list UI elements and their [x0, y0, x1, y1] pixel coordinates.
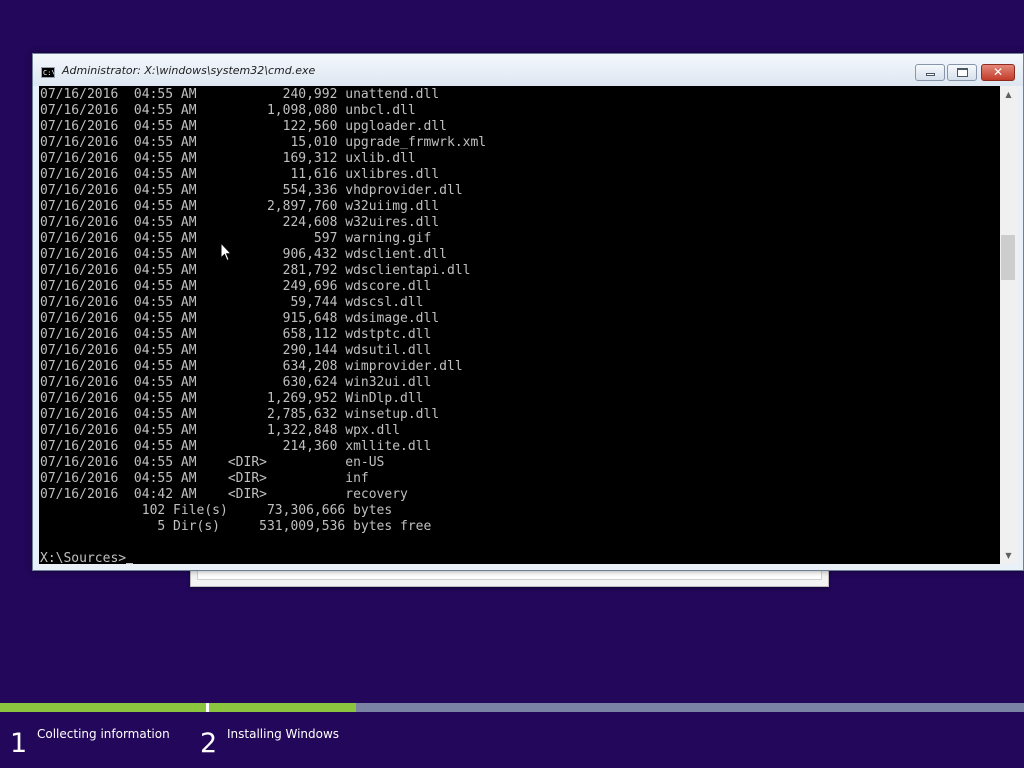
minimize-icon: [926, 73, 935, 76]
maximize-icon: [957, 68, 968, 77]
window-title: Administrator: X:\windows\system32\cmd.e…: [62, 64, 316, 77]
vertical-scrollbar[interactable]: ▲ ▼: [1000, 86, 1017, 564]
console-line: 07/16/2016 04:55 AM 597 warning.gif: [40, 231, 432, 246]
text-cursor: [126, 563, 134, 564]
console-line: 07/16/2016 04:55 AM 11,616 uxlibres.dll: [40, 167, 440, 182]
scroll-down-arrow-icon[interactable]: ▼: [1000, 547, 1017, 564]
console-line: 07/16/2016 04:55 AM 249,696 wdscore.dll: [40, 279, 432, 294]
console-line: 07/16/2016 04:55 AM 169,312 uxlib.dll: [40, 151, 416, 166]
console-line: 07/16/2016 04:55 AM <DIR> inf: [40, 471, 369, 486]
step-divider: [206, 703, 209, 712]
command-prompt-window[interactable]: C:\ Administrator: X:\windows\system32\c…: [32, 53, 1024, 571]
console-line: 07/16/2016 04:42 AM <DIR> recovery: [40, 487, 408, 502]
console-line: 07/16/2016 04:55 AM 2,785,632 winsetup.d…: [40, 407, 440, 422]
console-icon[interactable]: C:\: [41, 67, 55, 78]
mouse-pointer-icon: [220, 242, 232, 262]
console-output[interactable]: 07/16/2016 04:55 AM 240,992 unattend.dll…: [39, 86, 1000, 564]
console-line: 07/16/2016 04:55 AM 658,112 wdstptc.dll: [40, 327, 432, 342]
console-line: 07/16/2016 04:55 AM 1,098,080 unbcl.dll: [40, 103, 416, 118]
console-line: 5 Dir(s) 531,009,536 bytes free: [40, 519, 432, 534]
console-line: 07/16/2016 04:55 AM 240,992 unattend.dll: [40, 87, 440, 102]
step-2-progress: [209, 703, 356, 712]
close-icon: ✕: [992, 65, 1004, 79]
step-2-label: Installing Windows: [227, 727, 340, 741]
setup-background: C:\ Administrator: X:\windows\system32\c…: [0, 0, 1024, 768]
console-line: 07/16/2016 04:55 AM 630,624 win32ui.dll: [40, 375, 432, 390]
console-line: 07/16/2016 04:55 AM 1,269,952 WinDlp.dll: [40, 391, 424, 406]
console-line: 07/16/2016 04:55 AM 2,897,760 w32uiimg.d…: [40, 199, 440, 214]
console-line: 07/16/2016 04:55 AM 915,648 wdsimage.dll: [40, 311, 440, 326]
minimize-button[interactable]: [915, 64, 945, 81]
console-line: 102 File(s) 73,306,666 bytes: [40, 503, 393, 518]
maximize-button[interactable]: [947, 64, 977, 81]
console-line: 07/16/2016 04:55 AM 906,432 wdsclient.dl…: [40, 247, 447, 262]
console-line: 07/16/2016 04:55 AM 224,608 w32uires.dll: [40, 215, 440, 230]
title-bar[interactable]: C:\ Administrator: X:\windows\system32\c…: [33, 54, 1023, 86]
command-prompt-line: X:\Sources>: [40, 551, 134, 564]
close-button[interactable]: ✕: [981, 64, 1015, 81]
console-line: 07/16/2016 04:55 AM 214,360 xmllite.dll: [40, 439, 432, 454]
console-line: 07/16/2016 04:55 AM 122,560 upgloader.dl…: [40, 119, 447, 134]
console-line: 07/16/2016 04:55 AM 634,208 wimprovider.…: [40, 359, 463, 374]
console-line: 07/16/2016 04:55 AM 59,744 wdscsl.dll: [40, 295, 424, 310]
console-line: 07/16/2016 04:55 AM 290,144 wdsutil.dll: [40, 343, 432, 358]
console-line: 07/16/2016 04:55 AM 1,322,848 wpx.dll: [40, 423, 401, 438]
console-line: 07/16/2016 04:55 AM 15,010 upgrade_frmwr…: [40, 135, 487, 150]
scroll-thumb[interactable]: [1001, 235, 1015, 280]
step-1-progress: [0, 703, 206, 712]
step-2-number: 2: [200, 728, 218, 759]
step-1-label: Collecting information: [37, 727, 170, 741]
step-1-number: 1: [10, 728, 28, 759]
console-line: 07/16/2016 04:55 AM 281,792 wdsclientapi…: [40, 263, 471, 278]
console-line: 07/16/2016 04:55 AM 554,336 vhdprovider.…: [40, 183, 463, 198]
scroll-up-arrow-icon[interactable]: ▲: [1000, 86, 1017, 103]
console-line: 07/16/2016 04:55 AM <DIR> en-US: [40, 455, 385, 470]
